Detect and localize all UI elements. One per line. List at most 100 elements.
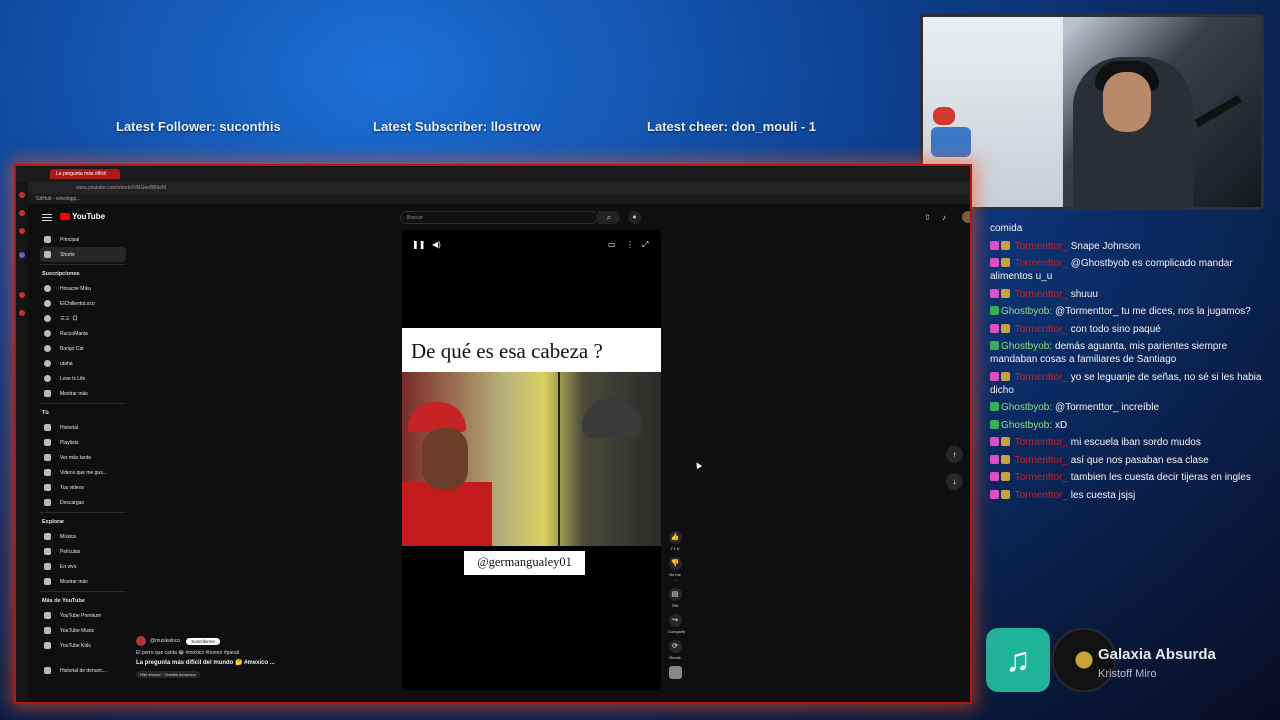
sidebar-item[interactable]: Videos que me gus...	[40, 465, 126, 480]
chat-username[interactable]: Tormenttor_	[1015, 455, 1068, 466]
flag-icon	[44, 667, 51, 674]
sidebar-item[interactable]: Películas	[40, 544, 126, 559]
sidebar-item[interactable]: Música	[40, 529, 126, 544]
next-short-button[interactable]: ↓	[946, 473, 963, 490]
sidebar-item[interactable]: Tus videos	[40, 480, 126, 495]
chat-username[interactable]: Ghostbyob:	[1001, 341, 1052, 352]
comment-count: 259	[671, 603, 679, 608]
more-options-icon[interactable]: ⋮	[626, 240, 634, 249]
chat-username[interactable]: Ghostbyob:	[1001, 402, 1052, 413]
sidebar-item[interactable]: Descargas	[40, 495, 126, 510]
sidebar-item[interactable]: YouTube Premium	[40, 608, 126, 623]
bell-icon[interactable]: ♪	[942, 213, 946, 222]
channel-avatar-icon	[44, 300, 51, 307]
sidebar-item-label: En vivo	[60, 563, 77, 570]
sidebar-item-report-history[interactable]: Historial de denunc...	[40, 663, 126, 678]
channel-name[interactable]: @musikalnco	[150, 638, 180, 644]
gift-badge-icon	[1001, 371, 1010, 381]
sidebar-item[interactable]: Principal	[40, 232, 126, 247]
audio-thumbnail[interactable]	[668, 666, 682, 679]
search-input[interactable]: Buscar	[400, 211, 598, 224]
sidebar-item-label: utaha	[60, 360, 73, 367]
browser-tab[interactable]: La pregunta más difícil	[50, 169, 120, 179]
sidebar-item-label: Tus videos	[60, 484, 84, 491]
sidebar-item[interactable]: ElChillentoLoco	[40, 296, 126, 311]
sidebar-item-label: Historial	[60, 424, 79, 431]
subscribe-button[interactable]: Suscribirme	[186, 637, 220, 645]
sidebar-item-label: Principal	[60, 236, 80, 243]
search-icon[interactable]: ⌕	[598, 211, 620, 224]
chat-message: Tormenttor_ les cuesta jsjsj	[990, 489, 1265, 502]
volume-icon[interactable]: ◀)	[432, 240, 441, 249]
channel-avatar[interactable]	[136, 636, 146, 646]
gift-badge-icon	[1001, 323, 1010, 333]
sidebar-item-label: YouTube Premium	[60, 612, 102, 619]
sidebar-item[interactable]: 三三【】	[40, 311, 126, 326]
chat-text: les cuesta jsjsj	[1070, 489, 1136, 501]
chat-username[interactable]: Tormenttor_	[1015, 241, 1068, 252]
sidebar-item[interactable]: Ver más tarde	[40, 450, 126, 465]
previous-short-button[interactable]: ↑	[946, 446, 963, 463]
nav-icon	[44, 548, 51, 555]
upload-icon[interactable]: ⇧	[924, 213, 931, 222]
comment-icon[interactable]: ▤	[668, 588, 682, 601]
address-bar[interactable]: www.youtube.com/shorts/VMGeeBB6oM	[16, 182, 970, 194]
sidebar-section-heading[interactable]: Más de YouTube	[40, 591, 126, 608]
moderator-badge-icon	[990, 306, 999, 315]
chat-username[interactable]: Ghostbyob:	[1001, 420, 1052, 431]
sidebar-item-label: Historial de denunc...	[60, 667, 107, 674]
song-chip[interactable]: Hier encore · Charles Aznavour	[136, 671, 200, 678]
youtube-logo[interactable]: YouTube	[60, 212, 105, 221]
remix-icon[interactable]: ⟳	[668, 640, 682, 653]
chat-username[interactable]: Tormenttor_	[1015, 324, 1068, 335]
sidebar-item[interactable]: Mostrar más	[40, 386, 126, 401]
chat-username[interactable]: Tormenttor_	[1015, 258, 1068, 269]
sidebar-item[interactable]: Shorts	[40, 247, 126, 262]
short-player[interactable]: ❚❚ ◀) ▭ ⋮ ⤢ De qué es esa cabeza ? @germ…	[402, 230, 661, 690]
sidebar-item[interactable]: utaha	[40, 356, 126, 371]
sidebar-section-heading[interactable]: Suscripciones	[40, 264, 126, 281]
sidebar-item[interactable]: Love is Life	[40, 371, 126, 386]
microphone-icon[interactable]: ●	[628, 211, 641, 224]
chat-message: Tormenttor_ @Ghostbyob es complicado man…	[990, 257, 1265, 283]
chat-username[interactable]: Ghostbyob:	[1001, 306, 1052, 317]
captions-icon[interactable]: ▭	[608, 240, 616, 249]
sidebar-item[interactable]: Historial	[40, 420, 126, 435]
sidebar-item[interactable]: En vivo	[40, 559, 126, 574]
fullscreen-icon[interactable]: ⤢	[642, 240, 648, 250]
share-label: Compartir	[668, 629, 686, 634]
menu-icon[interactable]	[42, 214, 52, 221]
chat-username[interactable]: Tormenttor_	[1015, 289, 1068, 300]
sidebar-item[interactable]: Mostrar más	[40, 574, 126, 589]
avatar[interactable]	[962, 211, 970, 223]
sidebar-section-heading[interactable]: Explorar	[40, 512, 126, 529]
sidebar-item[interactable]: Horacne Miku	[40, 281, 126, 296]
chat-text: @Tormenttor_ tu me dices, nos la jugamos…	[1054, 306, 1251, 317]
sidebar-item[interactable]: YouTube Music	[40, 623, 126, 638]
sidebar-item[interactable]: RuccoMania	[40, 326, 126, 341]
youtube-header: YouTube Buscar ⌕ ● ⇧ ♪	[28, 206, 970, 230]
chat-username[interactable]: Tormenttor_	[1015, 437, 1068, 448]
share-icon[interactable]: ↪	[668, 614, 682, 627]
chat-username[interactable]: Tormenttor_	[1015, 472, 1068, 483]
sidebar-section-heading[interactable]: Tú	[40, 403, 126, 420]
nav-icon	[44, 499, 51, 506]
sidebar-item[interactable]: Bongo Cat	[40, 341, 126, 356]
dislike-icon[interactable]: 👎	[668, 557, 682, 570]
chat-username[interactable]: Tormenttor_	[1015, 372, 1068, 383]
bookmark-item[interactable]: GitHub - wiredopp...	[16, 194, 970, 204]
subscriber-badge-icon	[990, 258, 999, 267]
latest-cheer-label: Latest cheer: don_mouli - 1	[647, 119, 817, 134]
latest-subscriber-label: Latest Subscriber: llostrow	[373, 119, 541, 134]
video-caption: De qué es esa cabeza ?	[402, 328, 661, 372]
sidebar-item[interactable]: YouTube Kids	[40, 638, 126, 653]
music-note-icon: ♫	[986, 628, 1050, 692]
pause-icon[interactable]: ❚❚	[412, 240, 425, 249]
chat-username[interactable]: Tormenttor_	[1015, 490, 1068, 501]
latest-follower-label: Latest Follower: suconthis	[116, 119, 281, 134]
chat-message: Ghostbyob: xD	[990, 419, 1265, 432]
now-playing-widget: ♫ Galaxia Absurda Kristoff Miro	[986, 628, 1266, 694]
like-icon[interactable]: 👍	[668, 531, 682, 544]
sidebar-item[interactable]: Playlists	[40, 435, 126, 450]
chat-message: Tormenttor_ mi escuela iban sordo mudos	[990, 436, 1265, 449]
